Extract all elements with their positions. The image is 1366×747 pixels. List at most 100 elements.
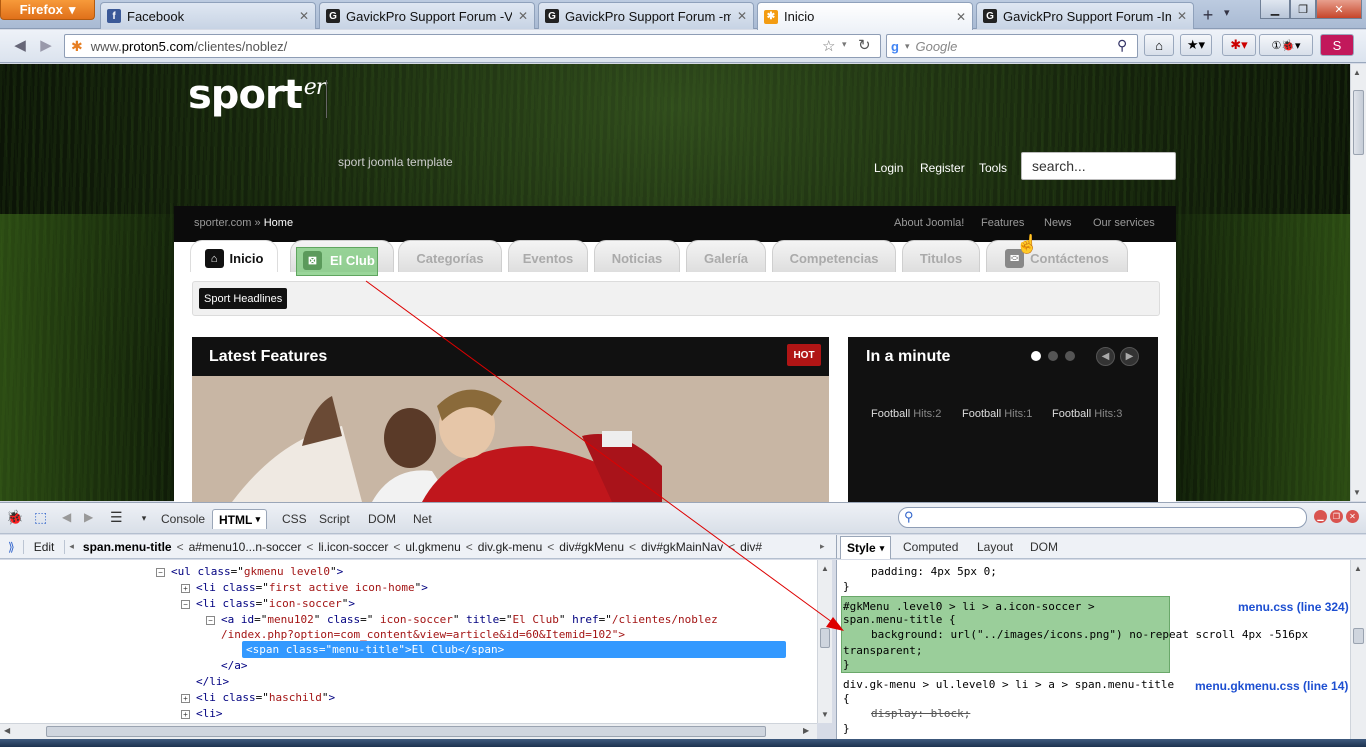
browser-tab[interactable]: G GavickPro Support Forum -Vie...✕ (319, 2, 535, 29)
side-tab-computed[interactable]: Computed (903, 540, 958, 554)
home-icon[interactable]: ⌂ (1144, 34, 1174, 56)
chevron-down-icon[interactable]: ▾ (137, 508, 151, 528)
collapse-toggle-icon[interactable]: − (206, 616, 215, 625)
firebug-tab-html[interactable]: HTML ▾ (212, 509, 268, 529)
list-menu-icon[interactable]: ☰ (110, 509, 123, 526)
html-line[interactable]: </a> (221, 658, 248, 673)
back-arrow-icon[interactable]: ◀ (8, 34, 32, 56)
star-bookmark-icon[interactable]: ☆ (822, 37, 835, 55)
scroll-up-icon[interactable]: ▲ (821, 564, 829, 573)
breadcrumb-item[interactable]: a#menu10...n-soccer (184, 540, 307, 554)
css-panel-scrollbar[interactable]: ▲ (1350, 560, 1366, 739)
scroll-thumb[interactable] (1353, 628, 1364, 644)
addon-asterisk-icon[interactable]: ✱▾ (1222, 34, 1256, 56)
forward-arrow-icon[interactable]: ▶ (84, 510, 93, 524)
firebug-search-input[interactable] (898, 507, 1307, 528)
news-hit-item[interactable]: Football Hits:1 (962, 408, 1032, 420)
css-selector[interactable]: div.gk-menu > ul.level0 > li > a > span.… (843, 677, 1174, 692)
news-hit-item[interactable]: Football Hits:2 (871, 408, 941, 420)
firefox-menu-button[interactable]: Firefox ▾ (0, 0, 95, 20)
scroll-up-icon[interactable]: ▲ (1353, 68, 1361, 77)
collapse-toggle-icon[interactable]: − (181, 600, 190, 609)
html-line[interactable]: <li class="first active icon-home"> (196, 580, 428, 595)
browser-tab[interactable]: f Facebook ✕ (100, 2, 316, 29)
browser-tab[interactable]: G GavickPro Support Forum -me...✕ (538, 2, 754, 29)
side-tab-style[interactable]: Style ▾ (840, 536, 892, 559)
html-line[interactable]: <li> (196, 706, 223, 721)
html-line-selected[interactable]: <span class="menu-title">El Club</span> (246, 642, 504, 657)
inspect-toggle-icon[interactable]: ⟫ (0, 540, 23, 554)
css-overridden-declaration[interactable]: display: block; (871, 706, 970, 721)
html-line[interactable]: <a id="menu102" class=" icon-soccer" tit… (221, 612, 718, 627)
reload-icon[interactable]: ↻ (858, 36, 871, 54)
expand-toggle-icon[interactable]: + (181, 584, 190, 593)
maximize-button[interactable]: ❐ (1290, 0, 1316, 19)
news-hit-item[interactable]: Football Hits:3 (1052, 408, 1122, 420)
feature-photo[interactable] (192, 376, 829, 502)
browser-tab-active[interactable]: ✱ Inicio ✕ (757, 2, 973, 30)
expand-toggle-icon[interactable]: + (181, 694, 190, 703)
html-panel-hscrollbar[interactable]: ◀ ▶ (0, 723, 817, 739)
menu-tab-competencias[interactable]: Competencias (772, 240, 896, 272)
tab-list-icon[interactable]: ▾ (1224, 6, 1230, 19)
scroll-left-icon[interactable]: ◂ (65, 541, 78, 552)
scroll-down-icon[interactable]: ▼ (1353, 488, 1361, 497)
css-source-link[interactable]: menu.gkmenu.css (line 14) (1195, 679, 1348, 693)
detach-firebug-button[interactable]: ❐ (1330, 510, 1343, 523)
firebug-tab-script[interactable]: Script (313, 509, 356, 529)
breadcrumb-item[interactable]: div#gkMainNav (636, 540, 728, 554)
html-line[interactable]: /index.php?option=com_content&view=artic… (221, 627, 625, 642)
menu-tab-categorias[interactable]: Categorías (398, 240, 502, 272)
slide-dot[interactable] (1065, 351, 1075, 361)
news-link[interactable]: News (1044, 217, 1072, 229)
search-icon[interactable]: ⚲ (1117, 37, 1127, 54)
html-line[interactable]: <ul class="gkmenu level0"> (171, 564, 343, 579)
breadcrumb-item[interactable]: div# (735, 540, 767, 554)
close-icon[interactable]: ✕ (737, 9, 747, 23)
breadcrumb-item[interactable]: div.gk-menu (473, 540, 547, 554)
page-scrollbar[interactable]: ▲ ▼ (1350, 64, 1366, 501)
html-line[interactable]: <li class="haschild"> (196, 690, 335, 705)
close-icon[interactable]: ✕ (299, 9, 309, 23)
html-line[interactable]: <li class="icon-soccer"> (196, 596, 355, 611)
close-icon[interactable]: ✕ (518, 9, 528, 23)
inspect-element-icon[interactable]: ⬚ (34, 509, 47, 526)
html-panel-scrollbar[interactable]: ▲ ▼ (817, 560, 832, 723)
prev-arrow-icon[interactable]: ◀ (1096, 347, 1115, 366)
site-search-input[interactable] (1021, 152, 1176, 180)
scroll-up-icon[interactable]: ▲ (1354, 564, 1362, 573)
menu-tab-noticias[interactable]: Noticias (594, 240, 680, 272)
scroll-right-icon[interactable]: ▶ (803, 726, 809, 735)
menu-tab-eventos[interactable]: Eventos (508, 240, 588, 272)
history-dropdown-icon[interactable]: ▾ (842, 39, 847, 50)
web-search-box[interactable]: g ▾ Google (886, 34, 1138, 58)
scroll-thumb[interactable] (46, 726, 766, 737)
firebug-tab-css[interactable]: CSS (276, 509, 313, 529)
firebug-status-icon[interactable]: ①🐞▾ (1259, 34, 1313, 56)
menu-tab-galeria[interactable]: Galería (686, 240, 766, 272)
minimize-button[interactable]: ▁ (1260, 0, 1290, 19)
about-joomla-link[interactable]: About Joomla! (894, 217, 964, 229)
next-arrow-icon[interactable]: ▶ (1120, 347, 1139, 366)
close-window-button[interactable]: ✕ (1316, 0, 1362, 19)
scroll-down-icon[interactable]: ▼ (821, 710, 829, 719)
slide-dot[interactable] (1048, 351, 1058, 361)
breadcrumb-item[interactable]: ul.gkmenu (400, 540, 465, 554)
features-link[interactable]: Features (981, 217, 1024, 229)
scroll-left-icon[interactable]: ◀ (4, 726, 10, 735)
side-tab-dom[interactable]: DOM (1030, 540, 1058, 554)
forward-arrow-icon[interactable]: ▶ (34, 34, 58, 56)
menu-tab-titulos[interactable]: Titulos (902, 240, 980, 272)
firebug-tab-dom[interactable]: DOM (362, 509, 402, 529)
firebug-tab-console[interactable]: Console (155, 509, 211, 529)
edit-button[interactable]: Edit (22, 539, 66, 554)
login-link[interactable]: Login (874, 161, 903, 175)
close-icon[interactable]: ✕ (956, 10, 966, 24)
scroll-thumb[interactable] (1353, 90, 1364, 155)
site-logo[interactable]: sporter (188, 72, 326, 118)
collapse-toggle-icon[interactable]: − (156, 568, 165, 577)
breadcrumb-item[interactable]: li.icon-soccer (313, 540, 393, 554)
close-icon[interactable]: ✕ (1177, 9, 1187, 23)
breadcrumb-item[interactable]: span.menu-title (78, 540, 177, 554)
breadcrumb-item[interactable]: div#gkMenu (554, 540, 629, 554)
